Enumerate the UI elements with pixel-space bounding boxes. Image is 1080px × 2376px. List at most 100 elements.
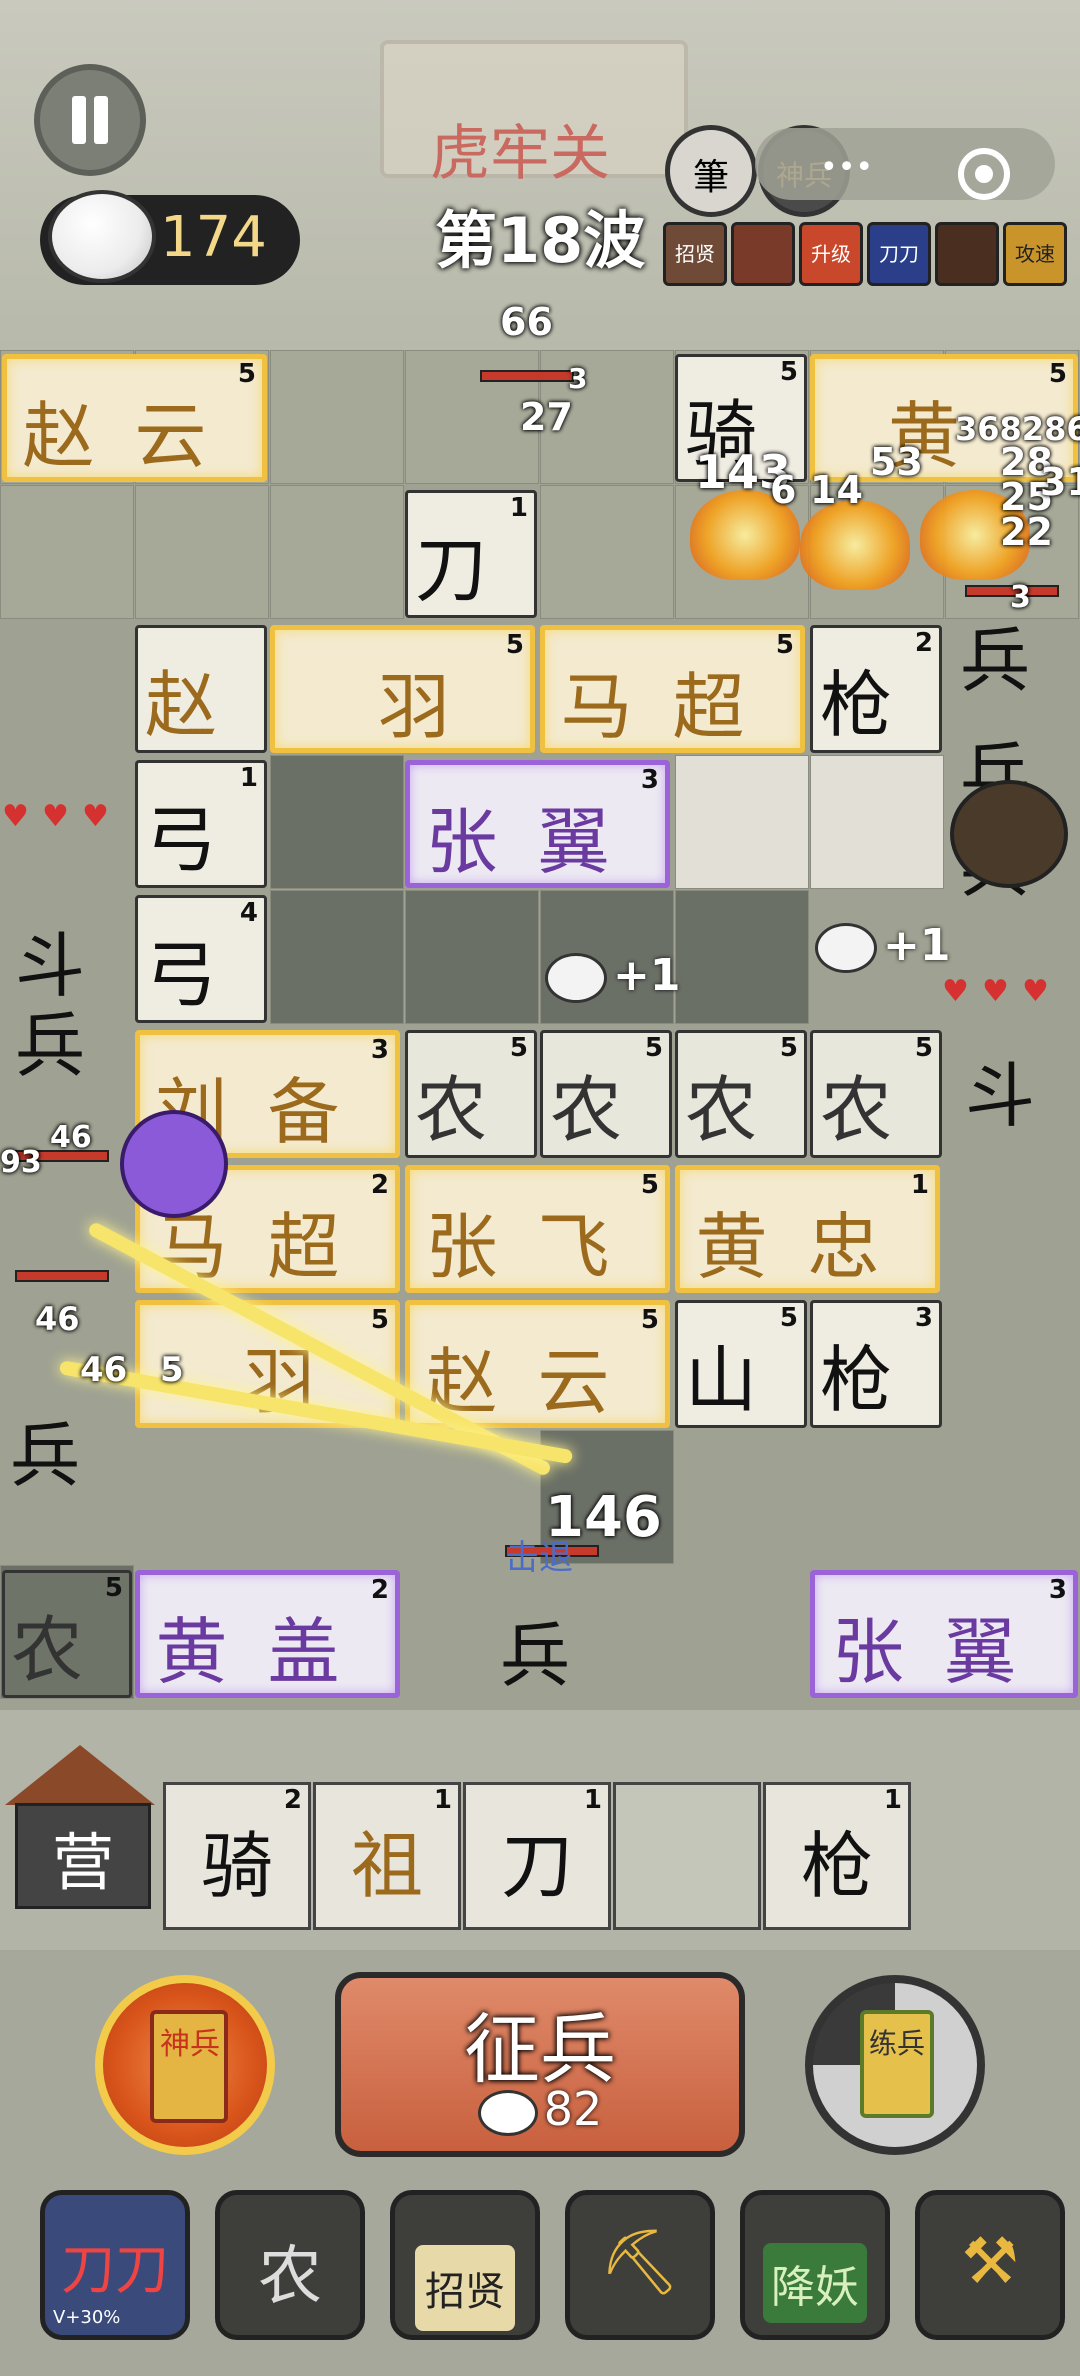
boulder-enemy [950, 780, 1068, 888]
enemy-hp-bar [15, 1270, 109, 1282]
bench-slot[interactable]: 祖1 [313, 1782, 461, 1930]
more-dots-icon[interactable]: ••• [820, 150, 873, 185]
grid-cell-empty[interactable] [675, 890, 809, 1024]
bench-slot-empty[interactable] [613, 1782, 761, 1930]
grid-cell[interactable] [270, 350, 404, 484]
buff-recruit[interactable]: 招贤 [663, 222, 727, 286]
heart-icon: ♥ [2, 799, 29, 834]
buff-meat-icon[interactable] [731, 222, 795, 286]
buff-stone-icon[interactable] [935, 222, 999, 286]
enemy-soldier: 兵 [15, 1005, 85, 1087]
heart-icon: ♥ [42, 799, 69, 834]
tool-recruit-scroll[interactable]: 招贤 [390, 2190, 540, 2340]
unit-tile[interactable]: 赵 [135, 625, 267, 753]
god-weapon-card-icon: 神兵 [150, 2010, 228, 2123]
unit-tile[interactable]: 张翼 3 [810, 1570, 1078, 1698]
damage-number: 3 [568, 362, 588, 395]
enemy-soldier: 兵 [500, 1615, 570, 1697]
damage-number: 31 [1040, 460, 1080, 504]
heart-icon: ♥ [82, 799, 109, 834]
unit-tile[interactable]: 农5 [810, 1030, 942, 1158]
damage-number: 27 [520, 395, 573, 439]
unit-tile[interactable]: 山5 [675, 1300, 807, 1428]
damage-number: 46 [80, 1350, 128, 1390]
pause-button[interactable] [40, 70, 140, 170]
miniprogram-capsule[interactable] [755, 128, 1055, 200]
camp-button[interactable]: 营 [5, 1745, 155, 1915]
unit-tile[interactable]: 赵云 5 [2, 354, 267, 482]
unit-tile[interactable]: 黄盖 2 [135, 1570, 400, 1698]
close-target-icon[interactable] [958, 148, 1010, 200]
grid-cell[interactable] [270, 485, 404, 619]
unit-tile[interactable]: 农5 [540, 1030, 672, 1158]
unit-tile[interactable]: 马超 5 [540, 625, 805, 753]
damage-number: 6 [770, 468, 797, 512]
unit-tile[interactable]: 枪2 [810, 625, 942, 753]
unit-tile[interactable]: 黄忠 1 [675, 1165, 940, 1293]
unit-tile[interactable]: 农5 [2, 1570, 132, 1698]
buff-attack-speed[interactable]: 攻速 [1003, 222, 1067, 286]
unit-tile[interactable]: 刀1 [405, 490, 537, 618]
camp-roof-icon [5, 1745, 155, 1805]
damage-number: 53 [870, 440, 923, 484]
skill-brush-label: 筆 [692, 157, 729, 198]
bench-slot[interactable]: 刀1 [463, 1782, 611, 1930]
tool-sub-label: V+30% [53, 2307, 121, 2328]
unit-tile[interactable]: 张飞 5 [405, 1165, 670, 1293]
knockback-text: 击退 [505, 1538, 573, 1578]
unit-tile[interactable]: 弓4 [135, 895, 267, 1023]
unit-tile[interactable]: 羽5 [270, 625, 535, 753]
tool-treasure-shovel[interactable]: ⚒ [915, 2190, 1065, 2340]
coin-gain-popup: +1 [815, 920, 950, 973]
skill-brush-button[interactable]: 筆 [665, 125, 757, 217]
tool-blades[interactable]: 刀刀 V+30% [40, 2190, 190, 2340]
grid-cell[interactable] [810, 755, 944, 889]
camp-label: 营 [51, 1826, 114, 1899]
recruit-cost: 82 [335, 2082, 745, 2136]
steamed-bun-icon [545, 953, 607, 1003]
grid-cell[interactable] [135, 485, 269, 619]
pass-name: 虎牢关 [430, 119, 610, 189]
buff-blades[interactable]: 刀刀 [867, 222, 931, 286]
coin-gain-popup: +1 [545, 950, 680, 1003]
damage-number: 3 [1010, 580, 1031, 615]
buff-upgrade[interactable]: 升级 [799, 222, 863, 286]
coin-value: 174 [160, 205, 267, 270]
damage-number: 93 [0, 1145, 42, 1180]
tool-farmer[interactable]: 农 [215, 2190, 365, 2340]
wave-counter: 第18波 [435, 204, 646, 277]
unit-tile[interactable]: 农5 [675, 1030, 807, 1158]
damage-number: 46 [50, 1120, 92, 1155]
battle-board: 赵云 5 骑5 黄5 刀1 赵 羽5 马超 5 枪2 弓1 张翼 3 弓4 刘备 3 农… [0, 300, 1080, 1710]
shovel-icon: ⛏ [599, 2226, 681, 2300]
tool-shovel[interactable]: ⛏ [565, 2190, 715, 2340]
steamed-bun-icon [48, 190, 156, 283]
bench-slot[interactable]: 枪1 [763, 1782, 911, 1930]
enemy-hp-bar [480, 370, 574, 382]
treasure-shovel-icon: ⚒ [961, 2225, 1019, 2299]
grid-cell[interactable] [540, 485, 674, 619]
enemy-captain: 斗 [965, 1055, 1035, 1137]
grid-cell[interactable] [675, 755, 809, 889]
train-card-icon: 练兵 [860, 2010, 934, 2118]
heart-icon: ♥ [982, 974, 1009, 1009]
grid-cell[interactable] [0, 485, 134, 619]
bench-slot[interactable]: 骑2 [163, 1782, 311, 1930]
unit-tile[interactable]: 弓1 [135, 760, 267, 888]
enemy-soldier: 兵 [10, 1415, 80, 1497]
unit-tile[interactable]: 张翼 3 [405, 760, 670, 888]
unit-tile[interactable]: 农5 [405, 1030, 537, 1158]
grid-cell-empty[interactable] [270, 755, 404, 889]
tool-exorcise[interactable]: 降妖 [740, 2190, 890, 2340]
grid-cell-empty[interactable] [405, 890, 539, 1024]
fire-effect [800, 500, 910, 590]
steamed-bun-icon [477, 2089, 538, 2136]
damage-number: 14 [810, 468, 863, 512]
grid-cell-empty[interactable] [270, 890, 404, 1024]
enemy-soldier: 兵 [960, 620, 1030, 702]
damage-number: 46 [35, 1300, 80, 1338]
steamed-bun-icon [815, 923, 877, 973]
unit-tile[interactable]: 枪3 [810, 1300, 942, 1428]
damage-number: 66 [500, 300, 553, 344]
heart-icon: ♥ [942, 974, 969, 1009]
